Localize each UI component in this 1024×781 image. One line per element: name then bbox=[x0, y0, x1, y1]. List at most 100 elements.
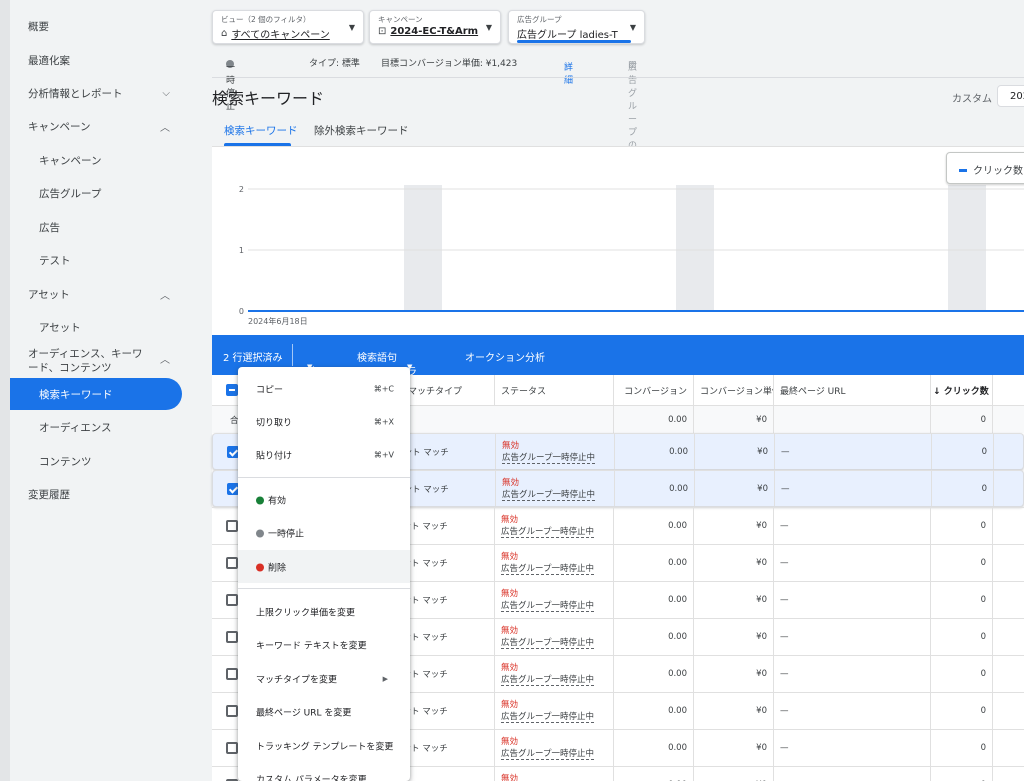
sidebar-item-change-history[interactable]: 変更履歴 bbox=[10, 478, 182, 510]
sidebar-item-adgroups[interactable]: 広告グループ bbox=[10, 177, 182, 209]
metric-selector-button[interactable]: クリック数 bbox=[946, 152, 1024, 184]
cost-per-conversion-cell: ¥0 bbox=[757, 446, 768, 457]
edit-context-menu: コピー ⌘+C 切り取り ⌘+X 貼り付け ⌘+V 有効 一時停止 削除 上限クリック… bbox=[238, 367, 410, 781]
target-cpa-text: 目標コンバージョン単価: ¥1,423 bbox=[381, 59, 518, 69]
enabled-status-icon bbox=[256, 496, 264, 504]
menu-separator bbox=[238, 588, 410, 589]
auction-insights-button[interactable]: オークション分析 bbox=[465, 349, 545, 364]
row-checkbox[interactable] bbox=[226, 668, 238, 680]
status-reason[interactable]: 広告グループ一時停止中 bbox=[501, 601, 594, 612]
status-badge: 無効 bbox=[502, 477, 520, 488]
clicks-header-label: クリック数 bbox=[943, 387, 989, 397]
final-url-cell: — bbox=[781, 483, 790, 494]
row-checkbox[interactable] bbox=[226, 557, 238, 569]
status-reason[interactable]: 広告グループ一時停止中 bbox=[502, 489, 595, 501]
column-header-cost-per-conversion[interactable]: コンバージョン単価 bbox=[694, 375, 774, 405]
clicks-cell: 0 bbox=[980, 632, 986, 642]
menu-item-paste[interactable]: 貼り付け ⌘+V bbox=[238, 438, 410, 471]
status-reason[interactable]: 広告グループ一時停止中 bbox=[501, 638, 594, 649]
final-url-cell: — bbox=[780, 632, 789, 642]
menu-item-enable[interactable]: 有効 bbox=[238, 483, 410, 516]
search-terms-button[interactable]: 検索語句 bbox=[357, 349, 397, 364]
sidebar-item-label: アセット bbox=[39, 321, 81, 334]
menu-item-cut[interactable]: 切り取り ⌘+X bbox=[238, 405, 410, 438]
campaign-icon: ⊡ bbox=[378, 26, 387, 37]
menu-item-shortcut: ⌘+X bbox=[373, 417, 394, 426]
sidebar-item-label: 分析情報とレポート bbox=[28, 87, 123, 100]
menu-item-change-keyword-text[interactable]: キーワード テキストを変更 bbox=[238, 628, 410, 661]
date-range-picker[interactable]: 202 bbox=[997, 85, 1024, 107]
column-header-conversions[interactable]: コンバージョン bbox=[614, 375, 694, 405]
series-swatch bbox=[959, 169, 967, 172]
status-reason[interactable]: 広告グループ一時停止中 bbox=[502, 452, 595, 464]
menu-item-change-final-url[interactable]: 最終ページ URL を変更 bbox=[238, 695, 410, 728]
row-checkbox[interactable] bbox=[226, 705, 238, 717]
row-checkbox[interactable] bbox=[226, 520, 238, 532]
status-reason[interactable]: 広告グループ一時停止中 bbox=[501, 527, 594, 538]
action-bar-separator bbox=[292, 344, 293, 366]
menu-item-label: 有効 bbox=[268, 496, 287, 506]
final-url-cell: — bbox=[780, 706, 789, 716]
status-reason[interactable]: 広告グループ一時停止中 bbox=[501, 749, 594, 760]
column-header-status[interactable]: ステータス bbox=[495, 375, 614, 405]
menu-item-copy[interactable]: コピー ⌘+C bbox=[238, 372, 410, 405]
clicks-cell: 0 bbox=[980, 743, 986, 753]
menu-item-pause[interactable]: 一時停止 bbox=[238, 516, 410, 549]
conversions-cell: 0.00 bbox=[668, 558, 687, 568]
final-url-cell: — bbox=[780, 743, 789, 753]
sidebar-item-campaigns-group[interactable]: キャンペーン ︿ bbox=[10, 110, 182, 142]
row-checkbox[interactable] bbox=[226, 742, 238, 754]
sidebar-item-overview[interactable]: 概要 bbox=[10, 10, 182, 42]
sidebar-item-experiments[interactable]: テスト bbox=[10, 244, 182, 276]
menu-item-label: トラッキング テンプレートを変更 bbox=[256, 742, 394, 752]
dropdown-arrow-icon: ▼ bbox=[629, 23, 636, 32]
menu-item-change-custom-parameters[interactable]: カスタム パラメータを変更 bbox=[238, 762, 410, 781]
x-start-label: 2024年6月18日 bbox=[248, 316, 308, 326]
clicks-cell: 0 bbox=[981, 446, 987, 457]
total-conversions: 0.00 bbox=[668, 414, 687, 425]
removed-status-icon bbox=[256, 563, 264, 571]
adgroup-selector-value: 広告グループ ladies-T bbox=[517, 30, 618, 41]
sidebar-item-content[interactable]: コンテンツ bbox=[10, 445, 182, 477]
cost-per-conversion-cell: ¥0 bbox=[756, 706, 767, 716]
sidebar-item-ads[interactable]: 広告 bbox=[10, 211, 182, 243]
status-reason[interactable]: 広告グループ一時停止中 bbox=[501, 564, 594, 575]
select-all-checkbox[interactable] bbox=[226, 384, 238, 396]
sidebar-item-assets[interactable]: アセット bbox=[10, 311, 182, 343]
adgroup-selector-label: 広告グループ bbox=[517, 15, 562, 24]
page-title: 検索キーワード bbox=[212, 89, 325, 108]
sidebar-item-audiences[interactable]: オーディエンス bbox=[10, 411, 182, 443]
menu-item-change-max-cpc[interactable]: 上限クリック単価を変更 bbox=[238, 595, 410, 628]
row-checkbox[interactable] bbox=[226, 594, 238, 606]
adgroup-selector[interactable]: 広告グループ 広告グループ ladies-T ▼ bbox=[508, 10, 645, 44]
campaign-selector[interactable]: キャンペーン ⊡ 2024-EC-T&Arm ▼ bbox=[369, 10, 501, 44]
sidebar-item-insights-reports[interactable]: 分析情報とレポート ⌵ bbox=[10, 77, 182, 109]
sidebar-item-label: アセット bbox=[28, 288, 70, 301]
sidebar-item-assets-group[interactable]: アセット ︿ bbox=[10, 278, 182, 310]
row-checkbox[interactable] bbox=[226, 631, 238, 643]
sidebar-item-recommendations[interactable]: 最適化案 bbox=[10, 44, 182, 76]
metric-selector-label: クリック数 bbox=[973, 166, 1023, 177]
final-url-cell: — bbox=[780, 558, 789, 568]
column-header-final-url[interactable]: 最終ページ URL bbox=[774, 375, 931, 405]
menu-item-remove[interactable]: 削除 bbox=[238, 550, 410, 583]
sidebar-item-campaigns[interactable]: キャンペーン bbox=[10, 144, 182, 176]
weekend-band bbox=[676, 185, 714, 311]
chevron-up-icon: ︿ bbox=[160, 122, 170, 134]
sidebar-item-label: 検索キーワード bbox=[39, 388, 113, 401]
conversions-cell: 0.00 bbox=[668, 521, 687, 531]
sidebar-item-search-keywords[interactable]: 検索キーワード bbox=[10, 378, 182, 410]
menu-item-change-match-type[interactable]: マッチタイプを変更 ▶ bbox=[238, 662, 410, 695]
status-badge: 無効 bbox=[501, 515, 519, 525]
column-header-clicks[interactable]: ↓ クリック数 bbox=[931, 375, 993, 405]
conversions-cell: 0.00 bbox=[668, 706, 687, 716]
view-selector[interactable]: ビュー（2 個のフィルタ） ⌂ すべてのキャンペーン ▼ bbox=[212, 10, 364, 44]
sidebar-item-audiences-keywords-content[interactable]: オーディエンス、キーワード、コンテンツ ︿ bbox=[10, 344, 182, 378]
status-reason[interactable]: 広告グループ一時停止中 bbox=[501, 712, 594, 723]
menu-item-change-tracking-template[interactable]: トラッキング テンプレートを変更 bbox=[238, 729, 410, 762]
tab-search-keywords[interactable]: 検索キーワード bbox=[224, 123, 298, 138]
status-reason[interactable]: 広告グループ一時停止中 bbox=[501, 675, 594, 686]
dropdown-arrow-icon: ▼ bbox=[485, 23, 492, 32]
tab-negative-keywords[interactable]: 除外検索キーワード bbox=[314, 123, 409, 138]
final-url-cell: — bbox=[780, 521, 789, 531]
